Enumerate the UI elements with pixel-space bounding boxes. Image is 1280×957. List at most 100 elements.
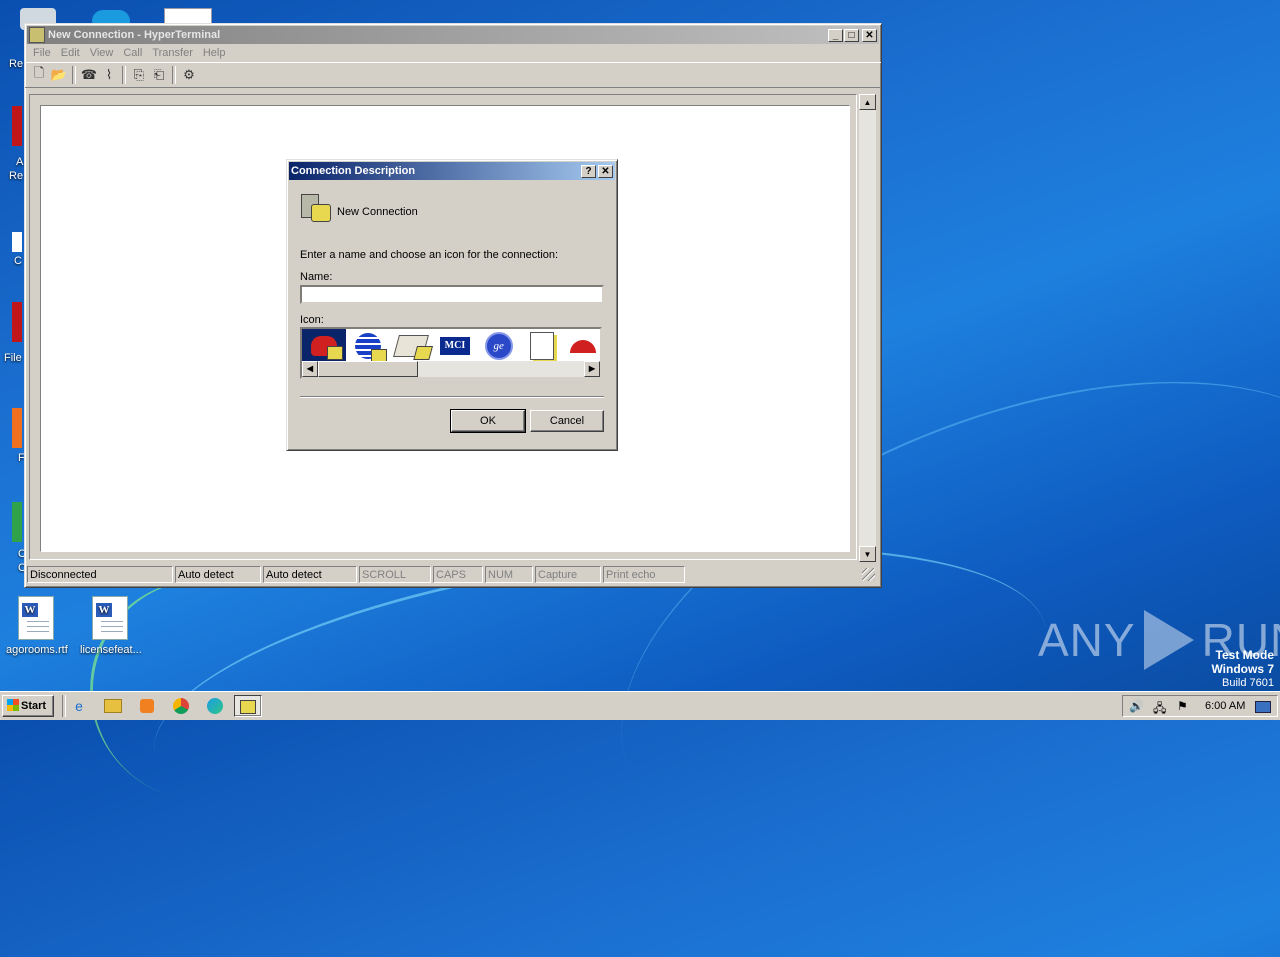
- close-button[interactable]: ✕: [862, 28, 877, 42]
- clock[interactable]: 6:00 AM: [1205, 700, 1245, 712]
- desktop-label-fragment: Re: [9, 170, 24, 182]
- instruction-text: Enter a name and choose an icon for the …: [300, 249, 559, 261]
- vertical-scrollbar[interactable]: ▲ ▼: [859, 94, 876, 562]
- hyperterminal-taskbar-button[interactable]: [234, 695, 262, 717]
- filezilla-icon[interactable]: [12, 302, 22, 342]
- desktop-icon-agorooms[interactable]: W agorooms.rtf: [6, 596, 68, 656]
- new-file-icon[interactable]: 🗋: [29, 65, 49, 84]
- status-capture: Capture: [535, 566, 601, 583]
- icon-label: Icon:: [300, 314, 324, 326]
- resize-grip-icon[interactable]: [862, 568, 875, 581]
- windows-version-label: Windows 7: [1211, 662, 1274, 676]
- mci-logo-text: MCI: [439, 337, 470, 355]
- desktop-label-fragment: File: [4, 352, 22, 364]
- hyperterminal-icon: [240, 700, 256, 714]
- dialog-divider: [300, 396, 604, 398]
- umbrella-icon[interactable]: [564, 329, 600, 363]
- mci-icon[interactable]: MCI: [433, 329, 477, 363]
- dialog-heading: New Connection: [337, 206, 418, 218]
- menu-view[interactable]: View: [85, 47, 119, 59]
- menu-help[interactable]: Help: [198, 47, 231, 59]
- word-document-icon: W: [18, 596, 54, 640]
- chrome-icon[interactable]: [170, 696, 192, 716]
- menu-transfer[interactable]: Transfer: [147, 47, 198, 59]
- shortcut-icon[interactable]: [12, 232, 22, 252]
- status-connection: Disconnected: [27, 566, 173, 583]
- scroll-up-button[interactable]: ▲: [859, 94, 876, 110]
- hyperterminal-app-icon: [29, 27, 45, 43]
- desktop-icon-label: licensefeat...: [80, 644, 142, 656]
- name-input[interactable]: [300, 285, 604, 304]
- open-folder-icon[interactable]: 📂: [49, 66, 69, 84]
- ok-button[interactable]: OK: [450, 409, 526, 433]
- firefox-icon[interactable]: [12, 408, 22, 448]
- scroll-down-button[interactable]: ▼: [859, 546, 876, 562]
- show-desktop-icon[interactable]: [1255, 701, 1271, 713]
- receive-icon[interactable]: ⎗: [149, 66, 169, 84]
- hyperterminal-titlebar[interactable]: New Connection - HyperTerminal _ □ ✕: [27, 26, 879, 44]
- action-center-flag-icon[interactable]: ⚑: [1177, 699, 1188, 713]
- dialog-close-button[interactable]: ✕: [598, 164, 613, 178]
- desktop-label-fragment: Re: [9, 58, 24, 70]
- cancel-button[interactable]: Cancel: [530, 410, 604, 432]
- window-title: New Connection - HyperTerminal: [48, 29, 221, 41]
- globe-phone-icon[interactable]: [346, 329, 390, 363]
- acrobat-icon[interactable]: [12, 106, 22, 146]
- desktop-label-fragment: C: [14, 255, 22, 267]
- menu-edit[interactable]: Edit: [56, 47, 85, 59]
- minimize-button[interactable]: _: [828, 28, 843, 42]
- dialog-titlebar[interactable]: Connection Description ? ✕: [289, 162, 615, 180]
- desktop-label-fragment: A: [16, 156, 24, 168]
- fax-icon[interactable]: [389, 329, 434, 363]
- maximize-button[interactable]: □: [844, 28, 859, 42]
- menu-call[interactable]: Call: [118, 47, 147, 59]
- call-icon[interactable]: ☎: [79, 66, 99, 84]
- test-mode-label: Test Mode: [1215, 648, 1274, 662]
- start-label: Start: [21, 700, 47, 712]
- explorer-folder-icon[interactable]: [102, 696, 124, 716]
- send-icon[interactable]: ⎘: [129, 66, 149, 84]
- status-scroll: SCROLL: [359, 566, 431, 583]
- taskbar: Start e 🔊 🖧 ⚑ 6:00 AM: [0, 691, 1280, 720]
- play-logo-icon: [1143, 610, 1194, 670]
- word-document-icon: W: [92, 596, 128, 640]
- icon-chooser[interactable]: MCI ge ◀ ▶: [300, 327, 602, 379]
- scroll-right-button[interactable]: ▶: [584, 361, 600, 377]
- help-button[interactable]: ?: [581, 164, 596, 178]
- scroll-left-button[interactable]: ◀: [302, 361, 318, 377]
- watermark-brand: ANY: [1038, 614, 1136, 666]
- system-tray: 🔊 🖧 ⚑ 6:00 AM: [1122, 695, 1278, 717]
- chrome-icon[interactable]: [12, 502, 22, 542]
- desktop-icon-licensefeat[interactable]: W licensefeat...: [80, 596, 142, 656]
- status-caps: CAPS: [433, 566, 483, 583]
- build-label: Build 7601: [1222, 677, 1274, 689]
- windows-test-mode-text: Test Mode Windows 7 Build 7601: [1211, 648, 1274, 690]
- disconnect-icon[interactable]: ⌇: [99, 66, 119, 84]
- document-phone-icon[interactable]: [521, 329, 565, 363]
- status-num: NUM: [485, 566, 533, 583]
- phone-icon[interactable]: [302, 329, 346, 363]
- properties-icon[interactable]: ⚙: [179, 66, 199, 84]
- scroll-thumb[interactable]: [318, 361, 418, 377]
- name-label: Name:: [300, 271, 333, 283]
- connection-icon: [301, 194, 331, 222]
- toolbar: 🗋 📂 ☎ ⌇ ⎘ ⎗ ⚙: [25, 62, 881, 88]
- status-bar: Disconnected Auto detect Auto detect SCR…: [27, 566, 877, 583]
- status-detect-1: Auto detect: [175, 566, 261, 583]
- ie-icon[interactable]: e: [68, 696, 90, 716]
- windows-logo-icon: [7, 699, 19, 711]
- ge-icon[interactable]: ge: [477, 329, 521, 363]
- desktop-icon-label: agorooms.rtf: [6, 644, 68, 656]
- menu-file[interactable]: File: [28, 47, 56, 59]
- status-print-echo: Print echo: [603, 566, 685, 583]
- edge-icon[interactable]: [204, 696, 226, 716]
- icon-scrollbar[interactable]: ◀ ▶: [302, 361, 600, 377]
- network-icon[interactable]: 🖧: [1153, 699, 1166, 720]
- connection-description-dialog: Connection Description ? ✕ New Connectio…: [286, 159, 618, 451]
- media-player-icon[interactable]: [136, 696, 158, 716]
- status-detect-2: Auto detect: [263, 566, 357, 583]
- volume-icon[interactable]: 🔊: [1129, 699, 1144, 713]
- menu-bar: File Edit View Call Transfer Help: [25, 44, 881, 62]
- start-button[interactable]: Start: [2, 695, 54, 717]
- dialog-title: Connection Description: [291, 165, 416, 177]
